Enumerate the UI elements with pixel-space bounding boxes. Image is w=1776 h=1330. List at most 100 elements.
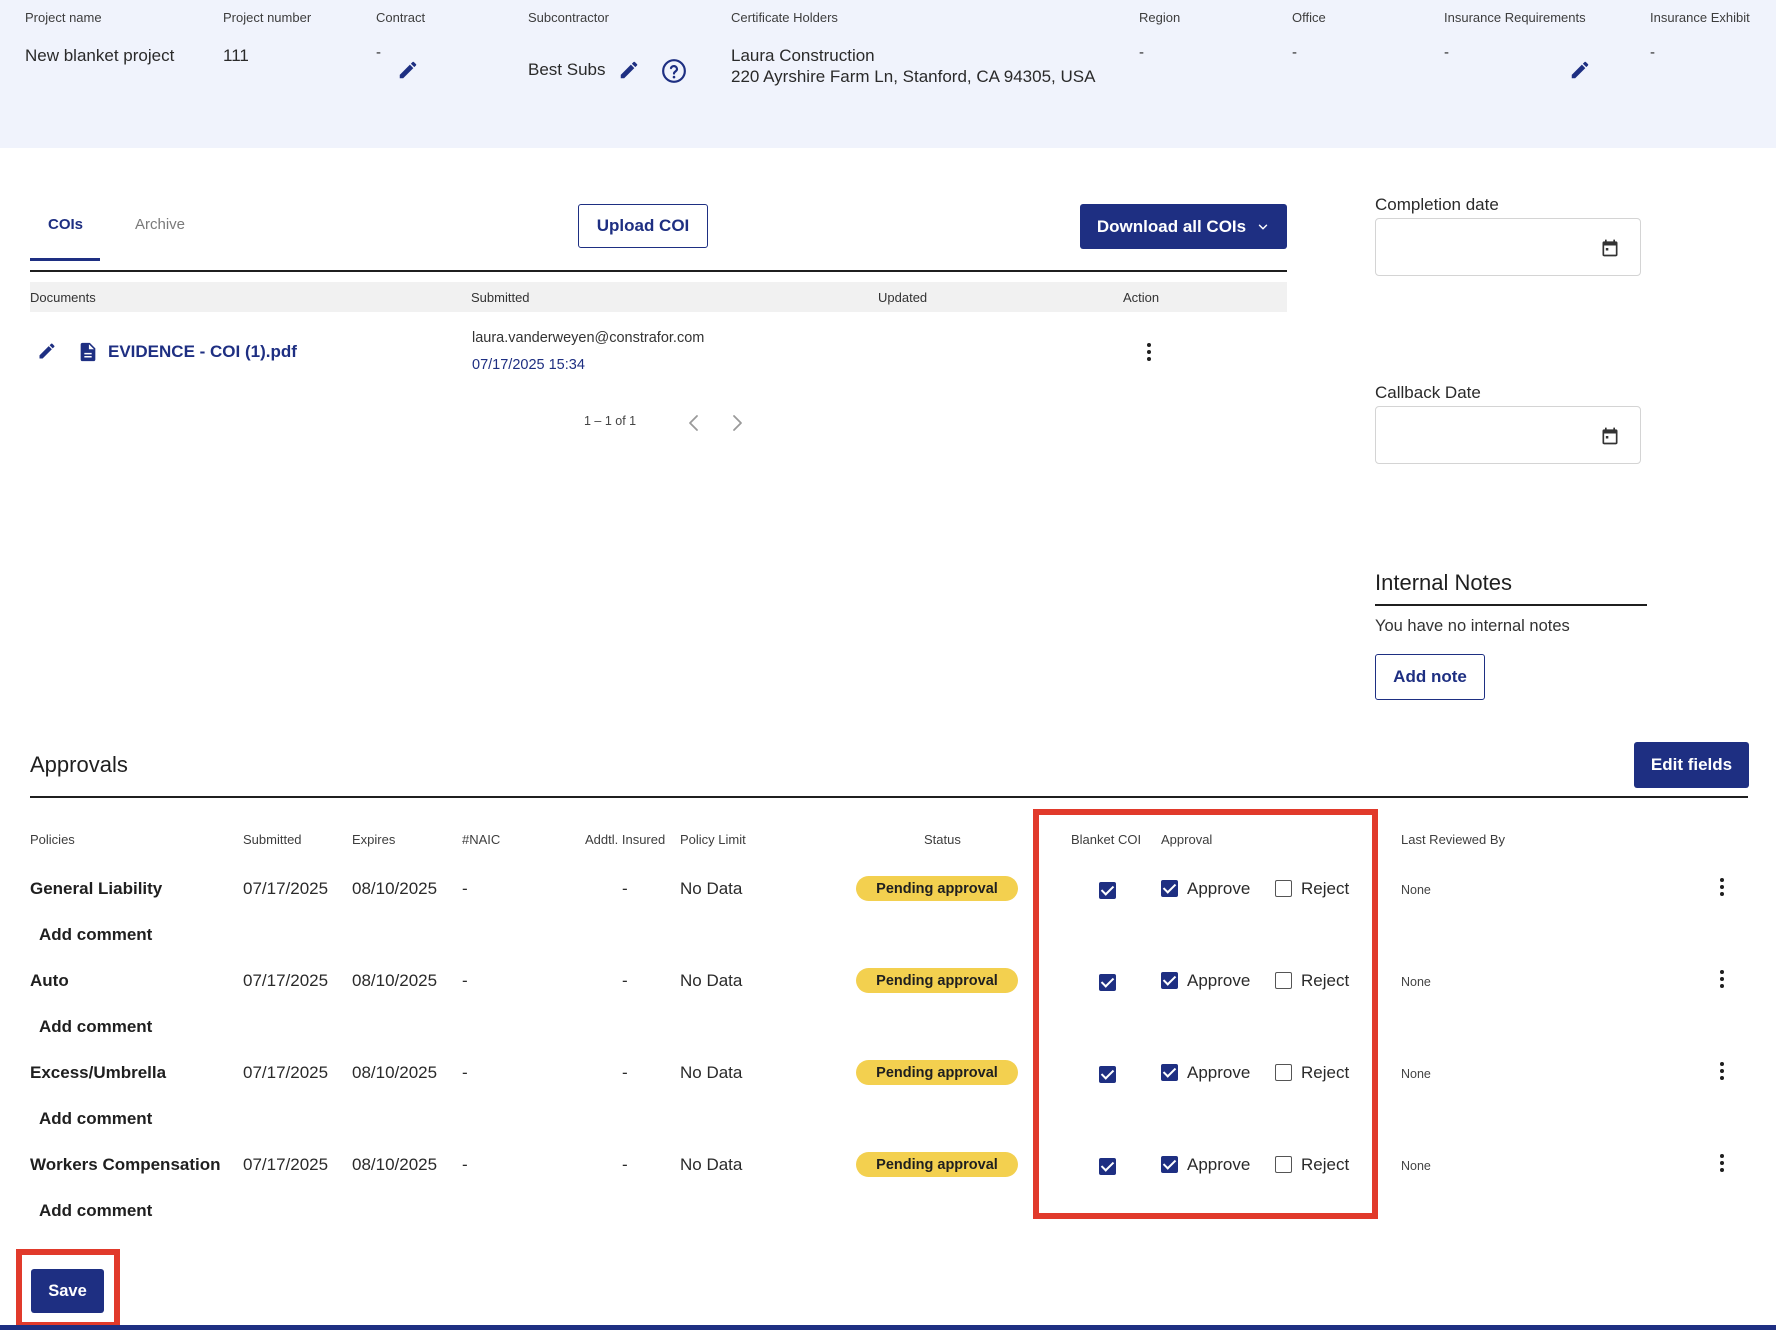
- footer-bar: [0, 1325, 1776, 1330]
- approve-label[interactable]: Approve: [1187, 879, 1250, 899]
- help-circle-icon[interactable]: [661, 58, 687, 84]
- insurance-exhibit-label: Insurance Exhibit: [1650, 10, 1750, 25]
- document-file-icon: [77, 340, 99, 364]
- policy-actions-more-icon[interactable]: [1718, 970, 1726, 992]
- certificate-holder-address: 220 Ayrshire Farm Ln, Stanford, CA 94305…: [731, 67, 1096, 86]
- save-button[interactable]: Save: [31, 1269, 104, 1313]
- last-reviewed-by: None: [1401, 883, 1431, 897]
- policy-expires: 08/10/2025: [352, 879, 438, 898]
- internal-notes-empty-message: You have no internal notes: [1375, 617, 1570, 635]
- download-all-cois-button[interactable]: Download all COIs: [1080, 204, 1287, 249]
- calendar-icon[interactable]: [1600, 426, 1620, 446]
- calendar-icon[interactable]: [1600, 238, 1620, 258]
- tab-cois[interactable]: COIs: [48, 216, 83, 233]
- column-submitted: Submitted: [471, 290, 530, 305]
- reject-label[interactable]: Reject: [1301, 1155, 1349, 1175]
- project-name-column: Project name: [25, 10, 102, 25]
- approvals-divider: [30, 796, 1748, 798]
- status-badge: Pending approval: [856, 1152, 1018, 1177]
- insurance-exhibit-column: Insurance Exhibit: [1650, 10, 1750, 25]
- column-action: Action: [1123, 290, 1160, 305]
- approve-label[interactable]: Approve: [1187, 971, 1250, 991]
- policy-naic: -: [462, 1063, 468, 1082]
- column-submitted: Submitted: [243, 832, 302, 847]
- internal-notes-title: Internal Notes: [1375, 570, 1512, 595]
- blanket-coi-checkbox[interactable]: [1099, 1158, 1116, 1175]
- policy-addtl-insured: -: [622, 1155, 628, 1174]
- edit-subcontractor-pencil-icon[interactable]: [618, 59, 640, 81]
- policy-addtl-insured: -: [622, 879, 628, 898]
- document-submitted-at: 07/17/2025 15:34: [472, 357, 585, 373]
- approve-checkbox[interactable]: [1161, 880, 1178, 897]
- column-status: Status: [924, 832, 961, 847]
- add-note-button[interactable]: Add note: [1375, 654, 1485, 700]
- approve-checkbox[interactable]: [1161, 972, 1178, 989]
- previous-page-chevron-icon[interactable]: [687, 414, 701, 432]
- contract-column: Contract: [376, 10, 425, 25]
- policy-actions-more-icon[interactable]: [1718, 1062, 1726, 1084]
- policy-naic: -: [462, 1155, 468, 1174]
- next-page-chevron-icon[interactable]: [730, 414, 744, 432]
- edit-fields-button[interactable]: Edit fields: [1634, 742, 1749, 788]
- blanket-coi-checkbox[interactable]: [1099, 974, 1116, 991]
- certificate-holders-column: Certificate Holders: [731, 10, 838, 25]
- column-documents: Documents: [30, 290, 96, 305]
- certificate-holders-label: Certificate Holders: [731, 10, 838, 25]
- edit-contract-pencil-icon[interactable]: [397, 59, 419, 81]
- approve-label[interactable]: Approve: [1187, 1063, 1250, 1083]
- approve-checkbox[interactable]: [1161, 1156, 1178, 1173]
- add-comment-link[interactable]: Add comment: [39, 1017, 152, 1037]
- tab-divider: [30, 270, 1287, 272]
- reject-label[interactable]: Reject: [1301, 879, 1349, 899]
- reject-checkbox[interactable]: [1275, 880, 1292, 897]
- approve-checkbox[interactable]: [1161, 1064, 1178, 1081]
- policy-limit: No Data: [680, 879, 743, 898]
- upload-coi-button[interactable]: Upload COI: [578, 204, 708, 248]
- active-tab-indicator: [30, 258, 100, 261]
- add-comment-link[interactable]: Add comment: [39, 1201, 152, 1221]
- office-label: Office: [1292, 10, 1326, 25]
- edit-document-pencil-icon[interactable]: [37, 341, 57, 361]
- policy-name: Auto: [30, 971, 69, 990]
- project-number-label: Project number: [223, 10, 312, 25]
- policy-limit: No Data: [680, 1063, 743, 1082]
- add-comment-link[interactable]: Add comment: [39, 1109, 152, 1129]
- policy-naic: -: [462, 971, 468, 990]
- insurance-requirements-label: Insurance Requirements: [1444, 10, 1586, 25]
- column-approval: Approval: [1161, 832, 1213, 847]
- reject-checkbox[interactable]: [1275, 1064, 1292, 1081]
- policy-addtl-insured: -: [622, 971, 628, 990]
- reject-checkbox[interactable]: [1275, 1156, 1292, 1173]
- reject-checkbox[interactable]: [1275, 972, 1292, 989]
- project-number-value: 111: [223, 46, 249, 65]
- policy-expires: 08/10/2025: [352, 1155, 438, 1174]
- policy-actions-more-icon[interactable]: [1718, 1154, 1726, 1176]
- approve-label[interactable]: Approve: [1187, 1155, 1250, 1175]
- policy-submitted: 07/17/2025: [243, 971, 329, 990]
- policy-naic: -: [462, 879, 468, 898]
- blanket-coi-checkbox[interactable]: [1099, 882, 1116, 899]
- policy-actions-more-icon[interactable]: [1718, 878, 1726, 900]
- tab-archive[interactable]: Archive: [135, 216, 185, 233]
- policy-expires: 08/10/2025: [352, 1063, 438, 1082]
- reject-label[interactable]: Reject: [1301, 1063, 1349, 1083]
- column-last-reviewed-by: Last Reviewed By: [1401, 832, 1506, 847]
- last-reviewed-by: None: [1401, 975, 1431, 989]
- completion-date-input[interactable]: [1375, 218, 1641, 276]
- column-blanket-coi: Blanket COI: [1071, 832, 1142, 847]
- download-all-cois-label: Download all COIs: [1096, 216, 1247, 236]
- document-file-link[interactable]: EVIDENCE - COI (1).pdf: [108, 342, 297, 362]
- insurance-requirements-column: Insurance Requirements: [1444, 10, 1586, 25]
- subcontractor-label: Subcontractor: [528, 10, 609, 25]
- callback-date-input[interactable]: [1375, 406, 1641, 464]
- blanket-coi-checkbox[interactable]: [1099, 1066, 1116, 1083]
- policy-name: Excess/Umbrella: [30, 1063, 167, 1082]
- policy-addtl-insured: -: [622, 1063, 628, 1082]
- reject-label[interactable]: Reject: [1301, 971, 1349, 991]
- document-actions-more-icon[interactable]: [1145, 343, 1153, 365]
- edit-insurance-requirements-pencil-icon[interactable]: [1569, 59, 1591, 81]
- project-name-label: Project name: [25, 10, 102, 25]
- region-label: Region: [1139, 10, 1181, 25]
- add-comment-link[interactable]: Add comment: [39, 925, 152, 945]
- policy-submitted: 07/17/2025: [243, 879, 329, 898]
